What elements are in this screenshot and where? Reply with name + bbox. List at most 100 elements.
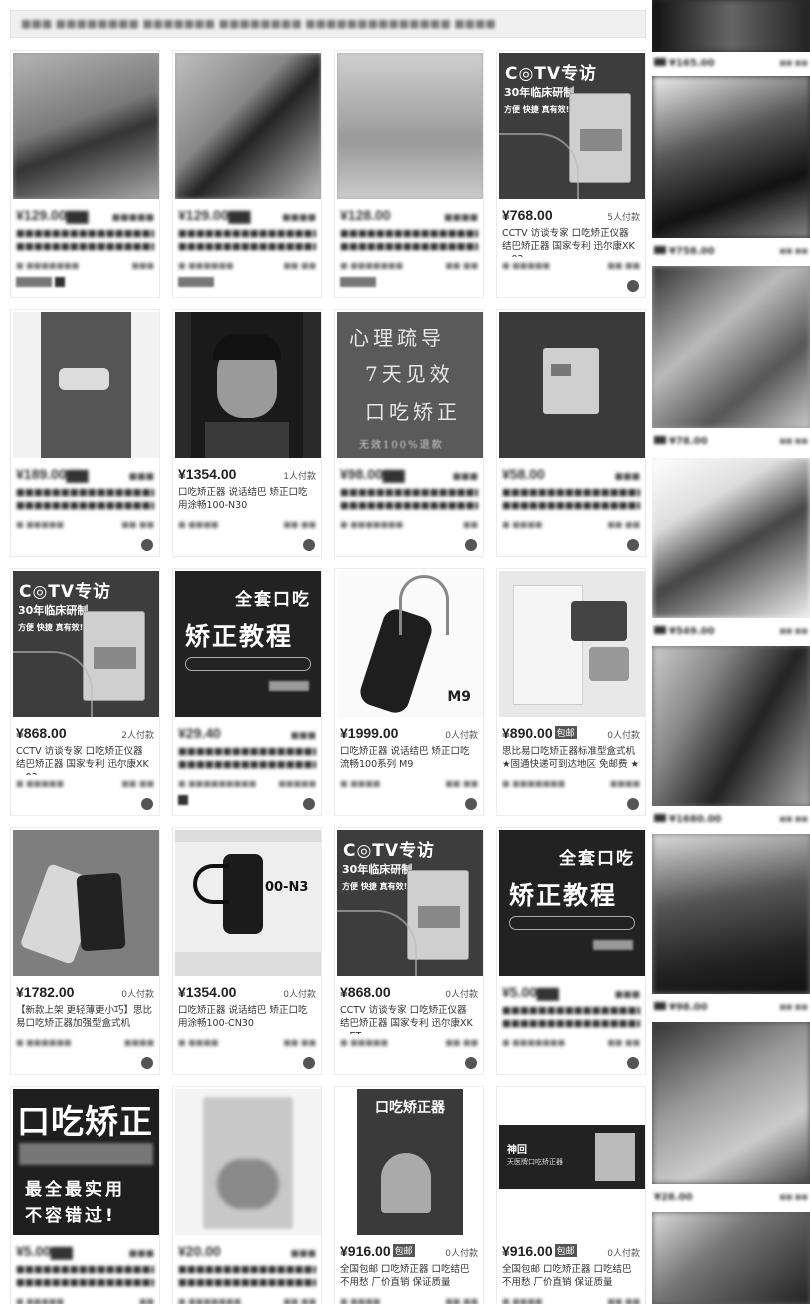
product-title[interactable]: 口吃矫正器 说话结巴 矫正口吃流畅100系列 M9 bbox=[340, 745, 478, 775]
product-card[interactable]: ¥890.00 包邮 0人付款 思比易口吃矫正器标准型盒式机 ★固通快递可到达地区 … bbox=[496, 568, 646, 816]
product-price: ¥890.00 包邮 bbox=[502, 725, 577, 741]
chat-icon[interactable] bbox=[627, 798, 639, 810]
chat-icon[interactable] bbox=[303, 539, 315, 551]
ad-image[interactable] bbox=[652, 0, 810, 52]
paid-count: 0人付款 bbox=[445, 731, 478, 741]
product-card[interactable]: 全套口吃 矫正教程 ¥5.00▆▆ ■■■ ■■■■■■■■■■■■■■■ ■■■ … bbox=[496, 827, 646, 1075]
product-card[interactable]: ¥58.00 ■■■ ■■■■■■■■■■■■■■■ ■■■ ■■■■■■■■■■■… bbox=[496, 309, 646, 557]
product-card[interactable]: ¥128.00 ■■■■ ■■■■■■■■■■■■■■■ ■■■ ■■■■■■■■■… bbox=[334, 50, 484, 298]
product-image[interactable] bbox=[337, 53, 483, 199]
chat-icon[interactable] bbox=[141, 1057, 153, 1069]
ad-image[interactable] bbox=[652, 458, 810, 618]
product-image[interactable]: M9 bbox=[337, 571, 483, 717]
product-title[interactable]: 全国包邮 口吃矫正器 口吃结巴不用愁 厂价直销 保证质量 bbox=[340, 1263, 478, 1293]
product-card[interactable]: C◎TV专访 30年临床研制 方便 快捷 真有效! ¥868.00 2人付款 CC… bbox=[10, 568, 160, 816]
product-card[interactable]: 心理疏导 7天见效 口吃矫正 无效100%退款 ¥98.00▆▆ ■■■ ■■■■… bbox=[334, 309, 484, 557]
product-grid: ¥129.00▆▆ ■■■■■ ■■■■■■■■■■■■■■■ ■■■ ■■■■■■… bbox=[10, 50, 650, 1304]
product-image[interactable]: 心理疏导 7天见效 口吃矫正 无效100%退款 bbox=[337, 312, 483, 458]
product-title[interactable]: CCTV 访谈专家 口吃矫正仪器 结巴矫正器 国家专利 迅尔康XK－03 bbox=[16, 745, 154, 775]
chat-icon[interactable] bbox=[141, 539, 153, 551]
product-card[interactable]: 全套口吃 矫正教程 ¥29.40 ■■■ ■■■■■■■■■■■■■■■ ■■■ ■… bbox=[172, 568, 322, 816]
paid-count: 1人付款 bbox=[283, 472, 316, 482]
product-image[interactable] bbox=[175, 312, 321, 458]
paid-count: 0人付款 bbox=[445, 1249, 478, 1259]
product-price: ¥768.00 bbox=[502, 207, 553, 223]
paid-count: 0人付款 bbox=[607, 731, 640, 741]
paid-count: 0人付款 bbox=[283, 990, 316, 1000]
product-card[interactable]: M9 ¥1999.00 0人付款 口吃矫正器 说话结巴 矫正口吃流畅100系列 M… bbox=[334, 568, 484, 816]
chat-icon[interactable] bbox=[465, 539, 477, 551]
product-card[interactable]: C◎TV专访 30年临床研制 方便 快捷 真有效! ¥768.00 5人付款 CC… bbox=[496, 50, 646, 298]
product-price: ¥916.00 包邮 bbox=[502, 1243, 577, 1259]
product-card[interactable]: ¥129.00▆▆ ■■■■■ ■■■■■■■■■■■■■■■ ■■■ ■■■■■■… bbox=[10, 50, 160, 298]
product-image[interactable] bbox=[13, 830, 159, 976]
product-image[interactable] bbox=[175, 53, 321, 199]
product-card[interactable]: ¥20.00 ■■■ ■■■■■■■■■■■■■■■ ■■■ ■■■■■■■■■■■… bbox=[172, 1086, 322, 1304]
product-image[interactable]: 全套口吃 矫正教程 bbox=[499, 830, 645, 976]
ad-image[interactable] bbox=[652, 834, 810, 994]
ad-sidebar: ¥165.00 ■■ ■■ ¥758.00 ■■ ■■ ¥78.00 ■■ ■■ ¥5… bbox=[652, 0, 810, 1304]
product-image[interactable]: C◎TV专访 30年临床研制 方便 快捷 真有效! bbox=[13, 571, 159, 717]
product-card[interactable]: C◎TV专访 30年临床研制 方便 快捷 真有效! ¥868.00 0人付款 CC… bbox=[334, 827, 484, 1075]
chat-icon[interactable] bbox=[465, 798, 477, 810]
product-title[interactable]: 口吃矫正器 说话结巴 矫正口吃用涂畅100-N30 bbox=[178, 486, 316, 516]
product-image[interactable]: 口吃矫正 最全最实用 不容错过! bbox=[13, 1089, 159, 1235]
paid-count: 0人付款 bbox=[445, 990, 478, 1000]
paid-count: 5人付款 bbox=[607, 213, 640, 223]
breadcrumb: ■■■ ■■■■■■■■ ■■■■■■■ ■■■■■■■■ ■■■■■■■■■■… bbox=[10, 10, 646, 38]
product-price: ¥1782.00 bbox=[16, 984, 75, 1000]
ad-price: ¥758.00 ■■ ■■ bbox=[654, 244, 808, 258]
product-price: ¥868.00 bbox=[340, 984, 391, 1000]
product-card[interactable]: 神回 天医牌口吃矫正器 ¥916.00 包邮 0人付款 全国包邮 口吃矫正器 口吃结… bbox=[496, 1086, 646, 1304]
chat-icon[interactable] bbox=[627, 1057, 639, 1069]
chat-icon[interactable] bbox=[141, 798, 153, 810]
ad-image[interactable] bbox=[652, 1022, 810, 1184]
product-price: ¥916.00 包邮 bbox=[340, 1243, 415, 1259]
product-price: ¥1354.00 bbox=[178, 466, 237, 482]
product-image[interactable]: 全套口吃 矫正教程 bbox=[175, 571, 321, 717]
product-image[interactable] bbox=[499, 312, 645, 458]
product-image[interactable] bbox=[175, 1089, 321, 1235]
paid-count: 0人付款 bbox=[121, 990, 154, 1000]
ad-image[interactable] bbox=[652, 1212, 810, 1304]
product-card[interactable]: 口吃矫正 最全最实用 不容错过! ¥5.00▆▆ ■■■ ■■■■■■■■■■■■… bbox=[10, 1086, 160, 1304]
product-image[interactable]: C◎TV专访 30年临床研制 方便 快捷 真有效! bbox=[499, 53, 645, 199]
chat-icon[interactable] bbox=[627, 280, 639, 292]
ad-image[interactable] bbox=[652, 266, 810, 428]
product-image[interactable]: 口吃矫正器 bbox=[337, 1089, 483, 1235]
ad-price: ¥28.00 ■■ ■■ bbox=[654, 1191, 808, 1203]
ad-image[interactable] bbox=[652, 646, 810, 806]
product-image[interactable]: 神回 天医牌口吃矫正器 bbox=[499, 1089, 645, 1235]
chat-icon[interactable] bbox=[627, 539, 639, 551]
product-title[interactable]: CCTV 访谈专家 口吃矫正仪器 结巴矫正器 国家专利 迅尔康XK－02 bbox=[502, 227, 640, 257]
chat-icon[interactable] bbox=[303, 1057, 315, 1069]
product-title[interactable]: CCTV 访谈专家 口吃矫正仪器 结巴矫正器 国家专利 迅尔康XK－ET bbox=[340, 1004, 478, 1034]
product-card[interactable]: 00-N3 ¥1354.00 0人付款 口吃矫正器 说话结巴 矫正口吃用涂畅100… bbox=[172, 827, 322, 1075]
ad-price: ¥549.00 ■■ ■■ bbox=[654, 624, 808, 638]
paid-count: 0人付款 bbox=[607, 1249, 640, 1259]
product-card[interactable]: ¥129.00▆▆ ■■■■ ■■■■■■■■■■■■■■■ ■■■ ■■■■■■■… bbox=[172, 50, 322, 298]
chat-icon[interactable] bbox=[303, 798, 315, 810]
product-title[interactable]: 【新款上架 更轻薄更小巧】思比易口吃矫正器加强型盒式机 bbox=[16, 1004, 154, 1034]
product-card[interactable]: 口吃矫正器 ¥916.00 包邮 0人付款 全国包邮 口吃矫正器 口吃结巴不用愁 厂… bbox=[334, 1086, 484, 1304]
ad-price: ¥98.00 ■■ ■■ bbox=[654, 1000, 808, 1014]
product-image[interactable] bbox=[13, 312, 159, 458]
paid-count: 2人付款 bbox=[121, 731, 154, 741]
product-price: ¥868.00 bbox=[16, 725, 67, 741]
ad-price: ¥78.00 ■■ ■■ bbox=[654, 434, 808, 448]
chat-icon[interactable] bbox=[465, 1057, 477, 1069]
product-card[interactable]: ¥189.00▆▆ ■■■ ■■■■■■■■■■■■■■■ ■■■ ■■■■■■■■… bbox=[10, 309, 160, 557]
ad-price: ¥1680.00 ■■ ■■ bbox=[654, 812, 808, 826]
product-image[interactable] bbox=[499, 571, 645, 717]
product-title[interactable]: 思比易口吃矫正器标准型盒式机 ★固通快递可到达地区 免邮费 ★ bbox=[502, 745, 640, 775]
product-title[interactable]: 口吃矫正器 说话结巴 矫正口吃用涂畅100-CN30 bbox=[178, 1004, 316, 1034]
ad-image[interactable] bbox=[652, 76, 810, 238]
product-image[interactable]: C◎TV专访 30年临床研制 方便 快捷 真有效! bbox=[337, 830, 483, 976]
product-title[interactable]: 全国包邮 口吃矫正器 口吃结巴不用愁 厂价直销 保证质量 bbox=[502, 1263, 640, 1293]
product-image[interactable] bbox=[13, 53, 159, 199]
product-image[interactable]: 00-N3 bbox=[175, 830, 321, 976]
product-card[interactable]: ¥1354.00 1人付款 口吃矫正器 说话结巴 矫正口吃用涂畅100-N30 ■… bbox=[172, 309, 322, 557]
product-card[interactable]: ¥1782.00 0人付款 【新款上架 更轻薄更小巧】思比易口吃矫正器加强型盒式机… bbox=[10, 827, 160, 1075]
product-price: ¥1999.00 bbox=[340, 725, 399, 741]
product-price: ¥1354.00 bbox=[178, 984, 237, 1000]
